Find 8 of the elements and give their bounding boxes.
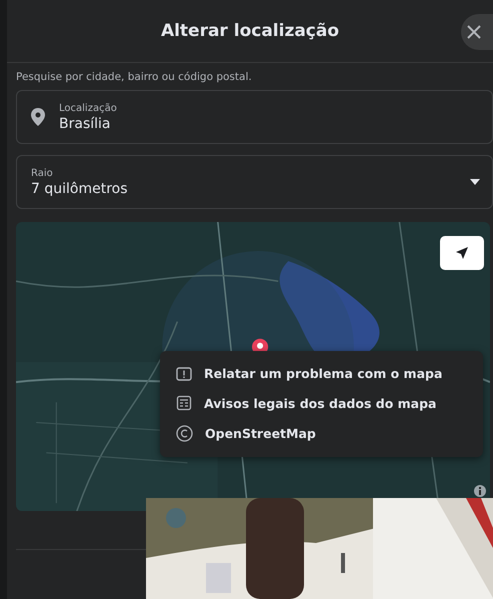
radius-dropdown[interactable]: Raio 7 quilômetros [16, 155, 493, 209]
caret-icon [470, 179, 480, 185]
location-field[interactable]: Localização Brasília [16, 90, 493, 144]
pin-icon [31, 108, 45, 126]
close-button[interactable] [461, 14, 493, 50]
close-icon [465, 23, 483, 41]
hint-text: Pesquise por cidade, bairro ou código postal. [16, 71, 253, 83]
dialog-title: Alterar localização [160, 21, 340, 41]
